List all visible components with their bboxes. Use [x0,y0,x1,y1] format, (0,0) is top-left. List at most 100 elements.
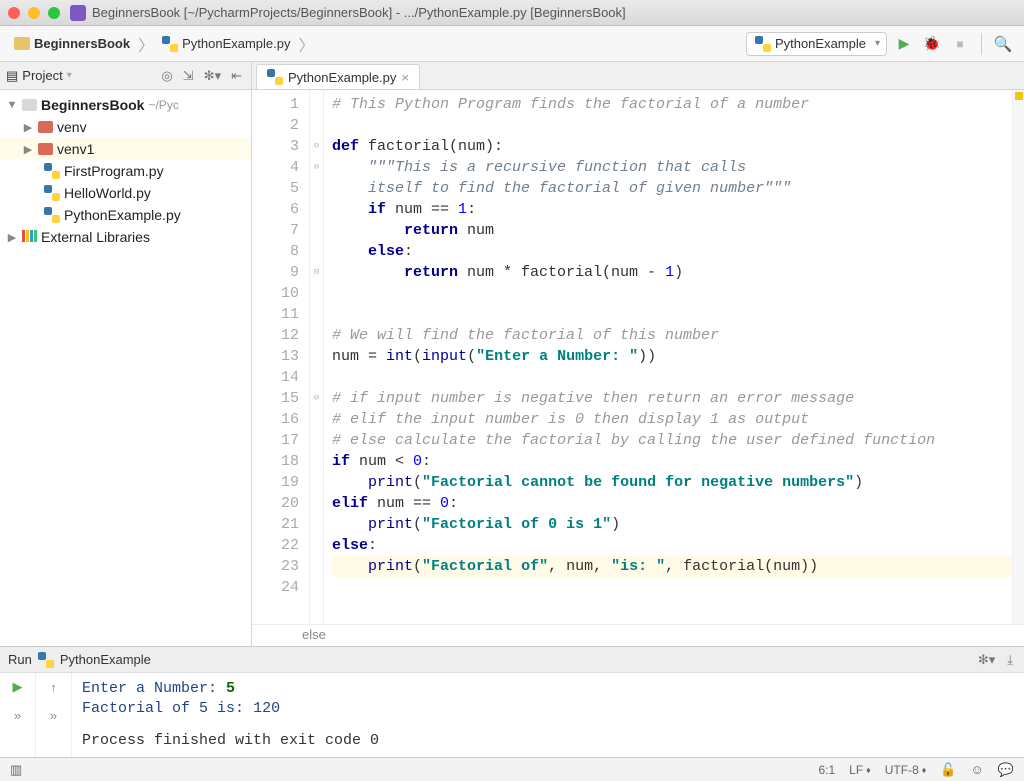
tree-file-helloworld[interactable]: HelloWorld.py [0,182,251,204]
error-stripe[interactable] [1012,90,1024,624]
hide-icon[interactable]: ⇤ [228,68,245,84]
run-config-selector[interactable]: PythonExample [746,32,887,56]
breadcrumb: BeginnersBook 〉 PythonExample.py 〉 [10,32,740,56]
stop-button[interactable]: ■ [949,33,971,55]
tree-item-label: External Libraries [41,229,150,245]
run-header: Run PythonExample ✻▾ ⤓ [0,647,1024,673]
export-icon[interactable]: ⤓ [1004,652,1016,668]
tree-project-root[interactable]: ▼ BeginnersBook ~/Pyc [0,94,251,116]
python-icon [267,69,283,85]
cursor-position[interactable]: 6:1 [818,763,835,777]
editor-tabs: PythonExample.py × [252,62,1024,90]
project-header: ▤ Project▾ ◎ ⇲ ✻▾ ⇤ [0,62,251,90]
folder-icon [38,121,53,133]
chevron-icon: » [14,708,21,723]
stop-icon: ■ [956,37,963,51]
console-output[interactable]: Enter a Number: 5 Factorial of 5 is: 120… [72,673,1024,757]
tree-file-firstprogram[interactable]: FirstProgram.py [0,160,251,182]
status-bar: ▥ 6:1 LF♦ UTF-8♦ 🔓 ☺ 💬 [0,757,1024,781]
folder-icon [14,37,30,50]
lock-icon[interactable]: 🔓 [940,762,956,778]
line-separator[interactable]: LF♦ [849,763,871,777]
module-icon [22,99,37,111]
arrow-up-icon: ↑ [50,680,57,695]
chevron-right-icon: 〉 [138,32,154,56]
chevron-right-icon[interactable]: ▶ [22,143,34,156]
chevron-icon: » [50,708,57,723]
project-icon: ▤ [6,68,18,84]
run-toolbar-left: ▶ » [0,673,36,757]
python-icon [38,652,54,668]
rerun-button[interactable]: ▶ [0,673,35,701]
gear-icon[interactable]: ✻▾ [975,652,998,668]
run-tool-window: Run PythonExample ✻▾ ⤓ ▶ » ↑ » Enter a N… [0,646,1024,757]
tree-item-label: venv [57,119,87,135]
folder-icon [38,143,53,155]
chevron-right-icon[interactable]: ▶ [6,231,18,244]
run-title: Run [8,652,32,667]
events-icon[interactable]: 💬 [998,762,1014,778]
editor-breadcrumb[interactable]: else [252,624,1024,646]
line-gutter[interactable]: 123456789101112131415161718192021222324 [252,90,310,624]
editor: PythonExample.py × 123456789101112131415… [252,62,1024,646]
breadcrumb-file-label: PythonExample.py [182,36,290,51]
bug-icon: 🐞 [923,35,940,52]
breadcrumb-file[interactable]: PythonExample.py [158,34,294,54]
libraries-icon [22,229,37,245]
titlebar: BeginnersBook [~/PycharmProjects/Beginne… [0,0,1024,26]
editor-tab-label: PythonExample.py [288,70,396,85]
project-tool-window: ▤ Project▾ ◎ ⇲ ✻▾ ⇤ ▼ BeginnersBook ~/Py… [0,62,252,646]
chevron-right-icon: 〉 [299,32,315,56]
chevron-right-icon[interactable]: ▶ [22,121,34,134]
python-icon [44,207,60,223]
file-encoding[interactable]: UTF-8♦ [885,763,927,777]
up-button[interactable]: ↑ [36,673,71,701]
inspector-icon[interactable]: ☺ [971,762,984,777]
target-icon[interactable]: ◎ [158,68,175,84]
separator [981,33,982,55]
minimize-icon[interactable] [28,7,40,19]
warning-marker-icon[interactable] [1015,92,1023,100]
play-icon: ▶ [899,35,910,52]
chevron-down-icon[interactable]: ▼ [6,99,18,111]
more-button[interactable]: » [0,701,35,729]
tree-item-label: PythonExample.py [64,207,181,223]
run-button[interactable]: ▶ [893,33,915,55]
tree-file-pythonexample[interactable]: PythonExample.py [0,204,251,226]
tree-root-path: ~/Pyc [148,98,178,112]
close-icon[interactable]: × [401,70,409,85]
breadcrumb-project[interactable]: BeginnersBook [10,34,134,53]
console-line: Process finished with exit code 0 [82,731,1014,751]
fold-gutter[interactable]: ⊖⊖⊟⊖ [310,90,324,624]
pycharm-icon [70,5,86,21]
maximize-icon[interactable] [48,7,60,19]
more-button[interactable]: » [36,701,71,729]
run-config-name: PythonExample [60,652,151,667]
layout-icon[interactable]: ▥ [10,762,22,778]
tree-item-label: venv1 [57,141,94,157]
code-content[interactable]: # This Python Program finds the factoria… [324,90,1012,624]
close-icon[interactable] [8,7,20,19]
console-line: Enter a Number: 5 [82,679,1014,699]
search-icon: 🔍 [994,35,1013,53]
tree-dir-venv[interactable]: ▶ venv [0,116,251,138]
gear-icon[interactable]: ✻▾ [201,68,224,84]
run-toolbar-left2: ↑ » [36,673,72,757]
python-icon [755,36,771,52]
editor-breadcrumb-label: else [302,627,326,642]
debug-button[interactable]: 🐞 [921,33,943,55]
tree-external-libraries[interactable]: ▶ External Libraries [0,226,251,248]
play-icon: ▶ [13,679,23,695]
project-tree[interactable]: ▼ BeginnersBook ~/Pyc ▶ venv ▶ venv1 Fir… [0,90,251,252]
editor-tab-pythonexample[interactable]: PythonExample.py × [256,64,420,89]
collapse-icon[interactable]: ⇲ [180,68,197,84]
tree-dir-venv1[interactable]: ▶ venv1 [0,138,251,160]
tree-root-label: BeginnersBook [41,97,144,113]
console-line: Factorial of 5 is: 120 [82,699,1014,719]
window-controls [8,7,60,19]
python-icon [44,185,60,201]
python-icon [44,163,60,179]
code-editor[interactable]: 123456789101112131415161718192021222324 … [252,90,1024,624]
search-everywhere-button[interactable]: 🔍 [992,33,1014,55]
navigation-bar: BeginnersBook 〉 PythonExample.py 〉 Pytho… [0,26,1024,62]
